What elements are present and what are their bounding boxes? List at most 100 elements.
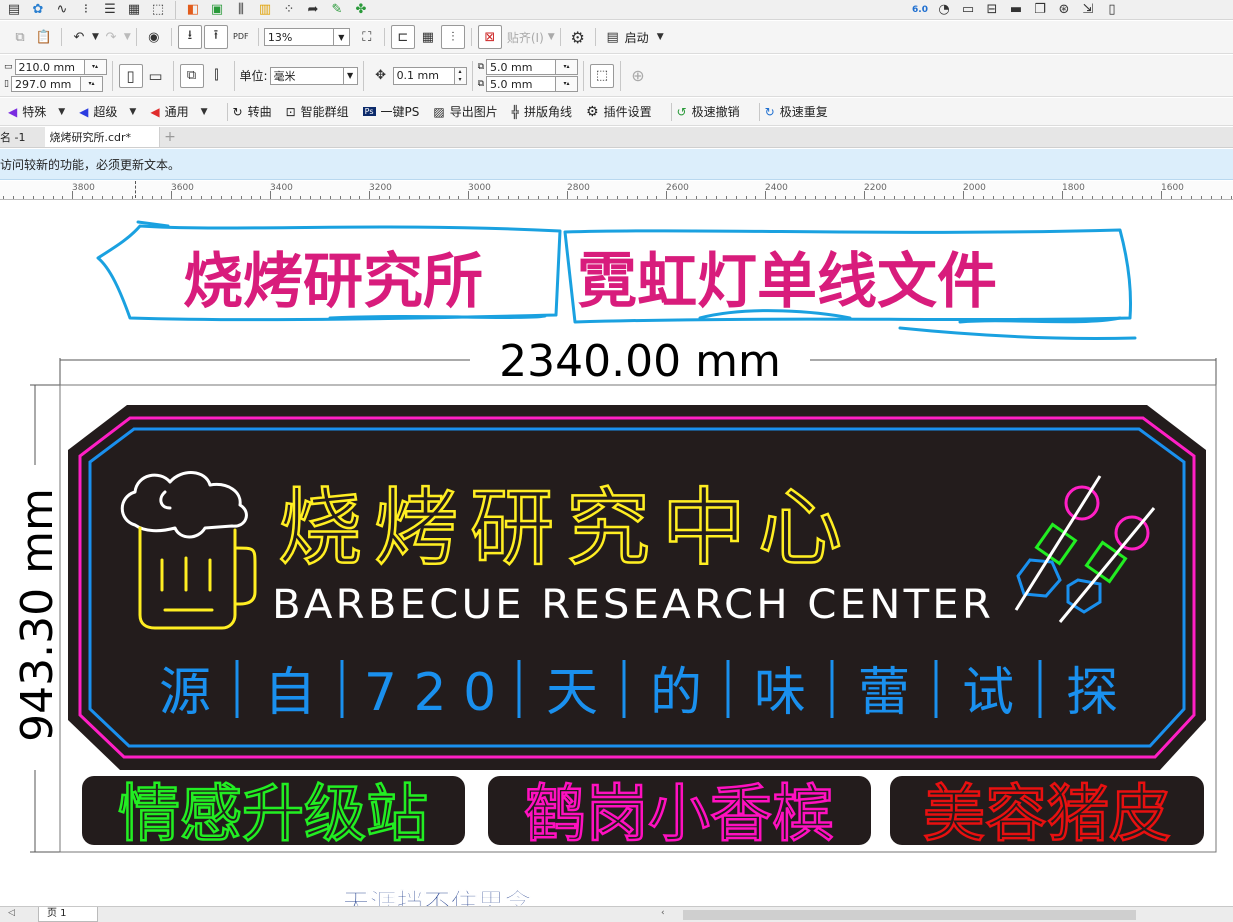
current-page-icon[interactable]: ⫿ [206,65,228,87]
show-guidelines-icon[interactable]: ⫶ [440,25,465,49]
portrait-icon[interactable]: ▯ [118,63,143,88]
corel-connect-icon[interactable]: ◉ [143,26,165,48]
launch-dropdown-icon[interactable]: ▼ [657,32,664,42]
undo-dropdown-icon[interactable]: ▼ [92,32,99,42]
puzzle-icon[interactable]: ✤ [350,0,372,21]
table-icon[interactable]: ▥ [254,0,276,21]
copy-icon[interactable]: ⧉ [9,26,31,48]
landscape-icon[interactable]: ▭ [145,65,167,87]
redo-icon[interactable]: ↷ [100,26,122,48]
color-shapes-icon[interactable]: ◧ [182,0,204,21]
plugin-smart-group-button[interactable]: ⊡ 智能群组 [286,103,349,120]
plugin-fast-redo-button[interactable]: ↻ 极速重复 [765,103,828,120]
drawing-canvas[interactable]: 烧烤研究所 霓虹灯单线文件 2340.00 mm 943.30 mm 烧烤研究中… [0,200,1233,906]
scroll-left-icon[interactable]: ‹ [661,908,665,918]
launch-button[interactable]: 启动 [625,29,649,46]
export-icon[interactable]: ⭱ [203,25,228,49]
page-height-spinner[interactable]: ▾▴ [80,76,103,92]
dimension-width-label: 2340.00 mm [499,336,781,387]
ruler-tick [1082,196,1084,199]
ruler-tick [52,196,54,199]
plugin-settings-button[interactable]: ⚙ 插件设置 [586,103,652,120]
layout-icon[interactable]: ▦ [123,0,145,21]
plugin-super-button[interactable]: ◀ 超级 ▼ [79,103,136,120]
tab-untitled[interactable]: 名 -1 [0,129,45,145]
plugin-special-button[interactable]: ◀ 特殊 ▼ [8,103,65,120]
nudge-spinner[interactable]: ▴ ▾ [454,66,467,85]
nudge-distance-input[interactable]: 0.1 mm [392,66,455,85]
export-icon[interactable]: ⇲ [1077,0,1099,21]
version-badge-icon[interactable]: 6.0 [909,0,931,21]
duplicate-y-input[interactable]: 5.0 mm [486,76,556,92]
stack-icon[interactable]: ❐ [1029,0,1051,21]
crop-page-icon[interactable]: ⬚ [590,63,614,88]
snap-to-button[interactable]: 贴齐(I) [507,29,544,46]
ruler-tick [1230,196,1232,199]
add-page-icon[interactable]: ⊕ [627,65,649,87]
page-width-spinner[interactable]: ▾▴ [84,59,107,75]
page-height-input[interactable]: 297.0 mm [10,76,81,92]
horizontal-scrollbar[interactable] [683,910,1136,920]
ruler-tick [22,196,24,199]
ruler-tick [765,191,767,199]
plugin-export-image-button[interactable]: ▨ 导出图片 [433,103,497,120]
curve-tool-icon[interactable]: ∿ [51,0,73,21]
ruler-icon[interactable]: ▬ [1005,0,1027,21]
show-grid-icon[interactable]: ▦ [417,26,439,48]
horizontal-ruler[interactable]: 3800 3600 3400 3200 3000 2800 2600 2400 … [0,181,1233,200]
units-dropdown-icon[interactable]: ▼ [343,66,358,85]
dynamic-guides-icon[interactable]: ⊠ [477,25,502,49]
all-pages-icon[interactable]: ⧉ [179,63,204,88]
measure-icon[interactable]: ⊟ [981,0,1003,21]
page-width-input[interactable]: 210.0 mm [14,59,85,75]
duplicate-x-spinner[interactable]: ▾▴ [556,59,578,75]
paste-icon[interactable]: 📋 [33,26,55,48]
units-select[interactable]: 毫米 [269,66,344,85]
target-icon[interactable]: ⊛ [1053,0,1075,21]
snap-dropdown-icon[interactable]: ▼ [548,32,555,42]
ruler-tick [983,196,985,199]
node-icon[interactable]: ⁝ [75,0,97,21]
page-tab[interactable]: 页 1 [38,907,98,922]
zoom-dropdown-icon[interactable]: ▼ [333,28,350,46]
shapes-icon[interactable]: ◔ [933,0,955,21]
plugin-convert-curve-button[interactable]: ↻ 转曲 [233,103,272,120]
plugin-crop-marks-button[interactable]: ╬ 拼版角线 [512,103,572,120]
slogan-char: 自 [264,663,316,723]
gear-icon[interactable]: ⚙ [567,26,589,48]
redo-dropdown-icon[interactable]: ▼ [124,32,131,42]
top-icon-toolbar: ▤ ✿ ∿ ⁝ ☰ ▦ ⬚ ◧ ▣ ⫼ ▥ ⁘ ➦ ✎ ✤ 6.0 ◔ ▭ ⊟ … [0,0,1233,20]
show-rulers-icon[interactable]: ⊏ [390,25,415,49]
first-page-icon[interactable]: ◁ [8,908,15,918]
redo-icon: ↻ [764,104,775,119]
grid-icon[interactable]: ▤ [3,0,25,21]
lines-icon[interactable]: ☰ [99,0,121,21]
pdf-icon[interactable]: PDF [230,26,252,48]
plugin-fast-undo-button[interactable]: ↺ 极速撤销 [677,103,740,120]
undo-icon[interactable]: ↶ [68,26,90,48]
image-tool-icon[interactable]: ▣ [206,0,228,21]
text-align-icon[interactable]: ⫼ [230,0,252,21]
plugin-one-click-ps-button[interactable]: Ps 一键PS [362,103,419,120]
import-icon[interactable]: ⭳ [177,25,202,49]
pen-icon[interactable]: ✎ [326,0,348,21]
select-icon[interactable]: ⬚ [147,0,169,21]
ruler-tick [141,196,143,199]
duplicate-x-input[interactable]: 5.0 mm [486,59,556,75]
slogan-char: 天 [546,663,598,723]
ruler-tick [1200,196,1202,199]
dots-icon[interactable]: ⁘ [278,0,300,21]
flower-icon[interactable]: ✿ [27,0,49,21]
full-screen-icon[interactable]: ⛶ [356,26,378,48]
tab-bbq-research[interactable]: 烧烤研究所.cdr* [45,127,161,147]
panel-icon[interactable]: ▯ [1101,0,1123,21]
dropper-icon[interactable]: ➦ [302,0,324,21]
frame-icon[interactable]: ▭ [957,0,979,21]
new-tab-icon[interactable]: + [160,129,180,145]
notice-text: 访问较新的功能，必须更新文本。 [0,157,181,172]
plugin-general-button[interactable]: ◀ 通用 ▼ [150,103,207,120]
zoom-input[interactable]: 13% [263,28,334,46]
launch-icon[interactable]: ▤ [602,26,624,48]
slogan-char: 探 [1066,663,1118,723]
duplicate-y-spinner[interactable]: ▾▴ [556,76,578,92]
